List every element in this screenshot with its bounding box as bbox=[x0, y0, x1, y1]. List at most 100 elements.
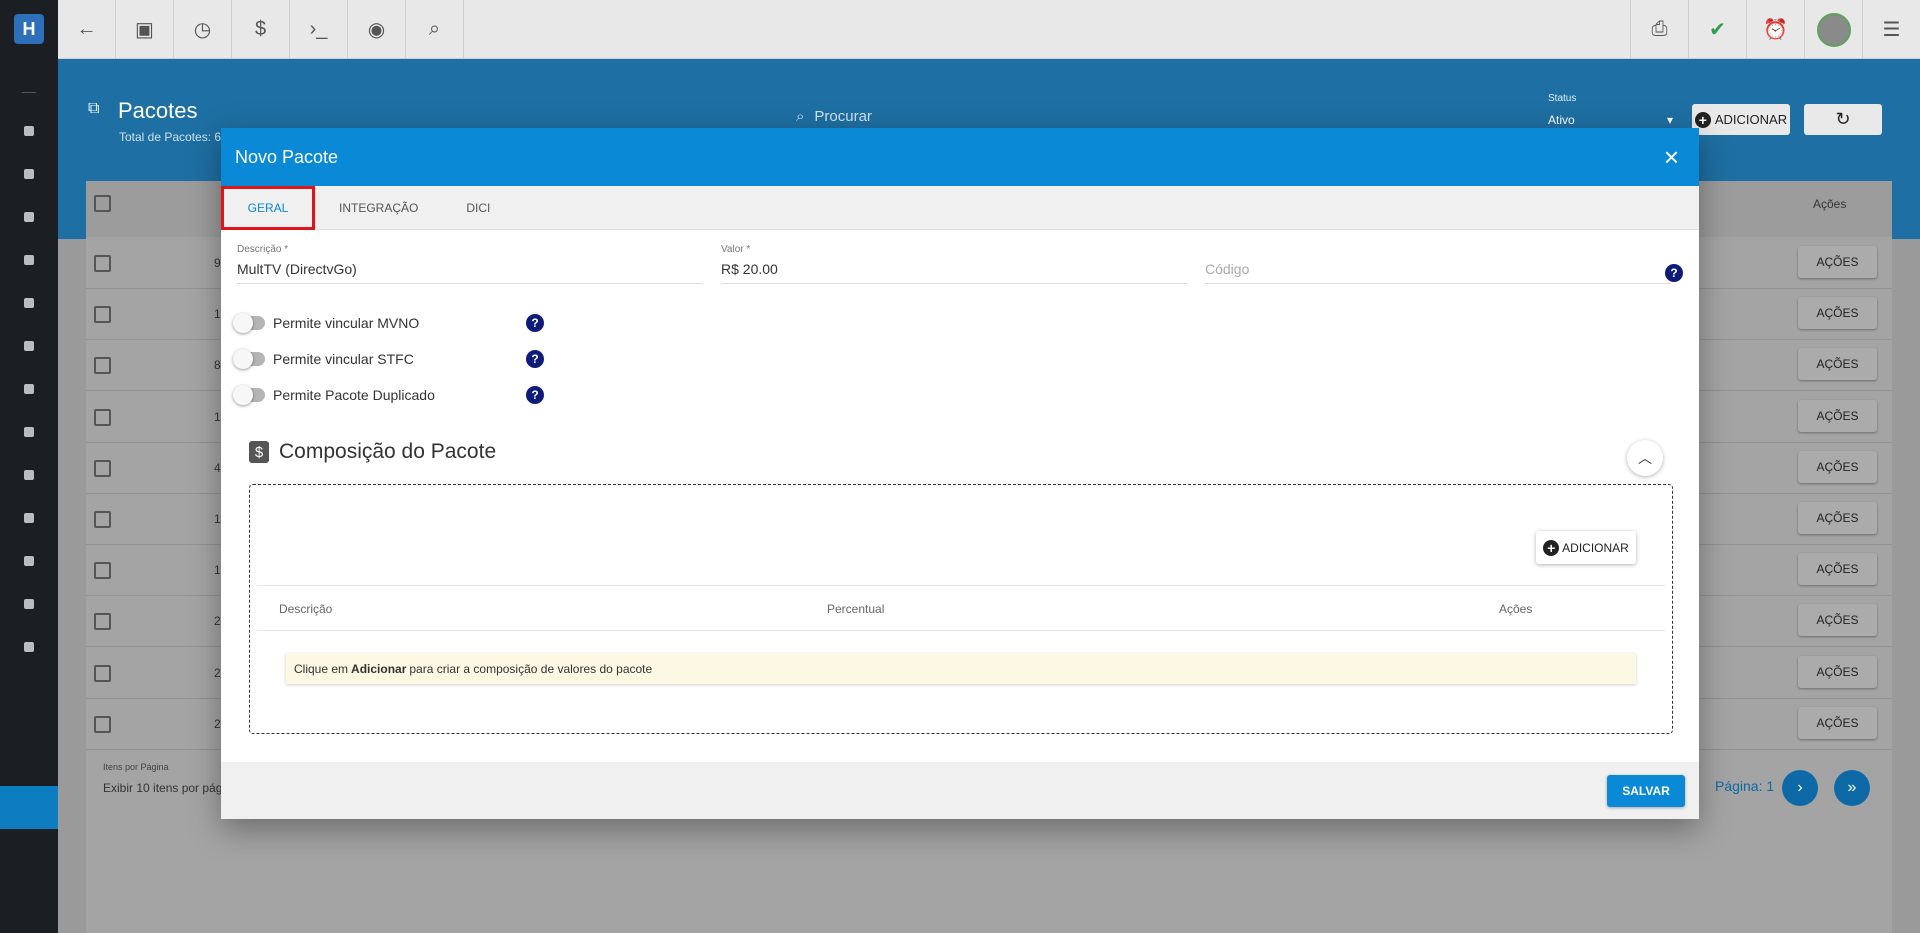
close-icon[interactable]: × bbox=[1658, 144, 1685, 170]
value-label: Valor * bbox=[721, 244, 751, 255]
list-icon[interactable] bbox=[0, 496, 58, 539]
duplicate-label: Permite Pacote Duplicado bbox=[273, 387, 435, 403]
description-input[interactable]: MultTV (DirectvGo) bbox=[237, 261, 703, 284]
row-id: 1 bbox=[214, 512, 221, 526]
toggle-duplicate[interactable]: Permite Pacote Duplicado ? bbox=[233, 385, 544, 405]
row-checkbox[interactable] bbox=[94, 357, 111, 375]
description-field[interactable]: Descrição * MultTV (DirectvGo) bbox=[237, 244, 703, 284]
composition-title: $ Composição do Pacote bbox=[249, 440, 496, 464]
dashboard-icon[interactable] bbox=[0, 109, 58, 152]
calendar-clock-icon[interactable]: ◷ bbox=[174, 0, 232, 59]
search-field[interactable]: ⌕ Procurar bbox=[796, 108, 872, 125]
value-input[interactable]: R$ 20.00 bbox=[721, 261, 1187, 284]
contact-icon[interactable]: ▣ bbox=[116, 0, 174, 59]
dollar-icon[interactable]: $ bbox=[232, 0, 290, 59]
row-actions-button[interactable]: AÇÕES bbox=[1798, 348, 1877, 381]
row-checkbox[interactable] bbox=[94, 459, 111, 477]
row-checkbox[interactable] bbox=[94, 511, 111, 528]
tab-dici[interactable]: DICI bbox=[442, 186, 514, 230]
alarm-icon[interactable]: ⏰ bbox=[1746, 0, 1804, 59]
terminal-icon[interactable]: ›_ bbox=[290, 0, 348, 59]
user-avatar[interactable] bbox=[1804, 0, 1862, 59]
schedule-icon[interactable] bbox=[0, 281, 58, 324]
toggle-stfc[interactable]: Permite vincular STFC ? bbox=[233, 349, 544, 369]
row-actions-button[interactable]: AÇÕES bbox=[1798, 655, 1877, 688]
stfc-switch[interactable] bbox=[233, 349, 265, 369]
row-actions-button[interactable]: AÇÕES bbox=[1798, 604, 1877, 637]
row-id: 1 bbox=[214, 409, 221, 424]
row-actions-button[interactable]: AÇÕES bbox=[1798, 399, 1877, 432]
dialog-tabs: GERAL INTEGRAÇÃO DICI bbox=[221, 185, 1699, 230]
menu-icon[interactable]: ☰ bbox=[1862, 0, 1920, 59]
page-subtitle: Total de Pacotes: 65 bbox=[119, 130, 228, 144]
code-input[interactable]: Código bbox=[1205, 261, 1671, 284]
pdf-icon[interactable]: ⎙ bbox=[1630, 0, 1688, 59]
search-icon: ⌕ bbox=[796, 108, 805, 125]
row-checkbox[interactable] bbox=[94, 408, 111, 426]
row-checkbox[interactable] bbox=[94, 664, 111, 682]
dollar-icon: $ bbox=[249, 441, 269, 463]
pagination-label: Página: 1 bbox=[1715, 778, 1775, 794]
plus-icon: + bbox=[1543, 539, 1560, 556]
money-icon[interactable] bbox=[0, 410, 58, 453]
row-checkbox[interactable] bbox=[94, 255, 111, 272]
row-checkbox[interactable] bbox=[94, 715, 111, 733]
plus-icon: + bbox=[1694, 111, 1711, 128]
app-logo[interactable]: H bbox=[14, 14, 44, 44]
mvno-switch[interactable] bbox=[233, 313, 265, 333]
row-id: 1 bbox=[214, 563, 221, 578]
board-icon[interactable] bbox=[0, 238, 58, 281]
package-icon[interactable] bbox=[0, 367, 58, 410]
search-icon[interactable]: ⌕ bbox=[406, 0, 464, 59]
col-percentual: Percentual bbox=[827, 602, 885, 616]
tab-integracao[interactable]: INTEGRAÇÃO bbox=[315, 186, 442, 230]
select-all-checkbox[interactable] bbox=[94, 195, 111, 212]
row-actions-button[interactable]: AÇÕES bbox=[1798, 297, 1877, 330]
contacts-icon[interactable] bbox=[0, 195, 58, 238]
map-pin-icon[interactable] bbox=[0, 453, 58, 496]
composition-table: Descrição Percentual Ações bbox=[257, 585, 1665, 631]
code-field[interactable]: Código bbox=[1205, 244, 1671, 284]
collapse-button[interactable]: ︿ bbox=[1627, 440, 1663, 476]
briefcase-icon[interactable] bbox=[0, 324, 58, 367]
add-package-button[interactable]: + ADICIONAR bbox=[1692, 104, 1790, 135]
duplicate-switch[interactable] bbox=[233, 385, 265, 405]
duplicate-help-icon[interactable]: ? bbox=[526, 386, 544, 404]
mvno-help-icon[interactable]: ? bbox=[526, 314, 544, 332]
description-label: Descrição * bbox=[237, 244, 289, 255]
add-composition-button[interactable]: + ADICIONAR bbox=[1536, 531, 1636, 564]
items-per-page-select[interactable]: Exibir 10 itens por pági bbox=[103, 781, 225, 795]
mvno-label: Permite vincular MVNO bbox=[273, 315, 420, 331]
col-acoes: Ações bbox=[1499, 602, 1533, 616]
last-page-button[interactable]: » bbox=[1834, 770, 1870, 806]
row-actions-button[interactable]: AÇÕES bbox=[1798, 553, 1877, 586]
row-actions-button[interactable]: AÇÕES bbox=[1798, 450, 1877, 483]
check-message-icon[interactable]: ✔ bbox=[1688, 0, 1746, 59]
empty-composition-message: Clique em Adicionar para criar a composi… bbox=[286, 653, 1636, 684]
value-field[interactable]: Valor * R$ 20.00 bbox=[721, 244, 1187, 284]
settings-icon[interactable] bbox=[0, 625, 58, 668]
row-checkbox[interactable] bbox=[94, 613, 111, 631]
row-actions-button[interactable]: AÇÕES bbox=[1798, 706, 1877, 739]
status-label: Status bbox=[1548, 93, 1577, 104]
refresh-button[interactable]: ↻ bbox=[1804, 104, 1882, 135]
chart-pie-icon[interactable] bbox=[0, 152, 58, 195]
save-button[interactable]: SALVAR bbox=[1607, 775, 1685, 807]
row-actions-button[interactable]: AÇÕES bbox=[1798, 246, 1877, 278]
row-checkbox[interactable] bbox=[94, 306, 111, 324]
row-id: 2 bbox=[214, 716, 221, 731]
next-page-button[interactable]: › bbox=[1782, 770, 1818, 806]
chevron-up-icon: ︿ bbox=[1638, 450, 1652, 466]
document-icon[interactable] bbox=[0, 582, 58, 625]
tab-geral[interactable]: GERAL bbox=[221, 185, 315, 230]
toggle-mvno[interactable]: Permite vincular MVNO ? bbox=[233, 313, 544, 333]
server-icon[interactable] bbox=[0, 539, 58, 582]
back-arrow-icon[interactable]: ← bbox=[58, 0, 116, 59]
page-title: Pacotes bbox=[118, 98, 198, 123]
row-actions-button[interactable]: AÇÕES bbox=[1798, 502, 1877, 534]
row-checkbox[interactable] bbox=[94, 562, 111, 580]
sidebar-active-item[interactable] bbox=[0, 786, 58, 829]
code-help-icon[interactable]: ? bbox=[1665, 264, 1683, 282]
eye-icon[interactable]: ◉ bbox=[348, 0, 406, 59]
stfc-help-icon[interactable]: ? bbox=[526, 350, 544, 368]
